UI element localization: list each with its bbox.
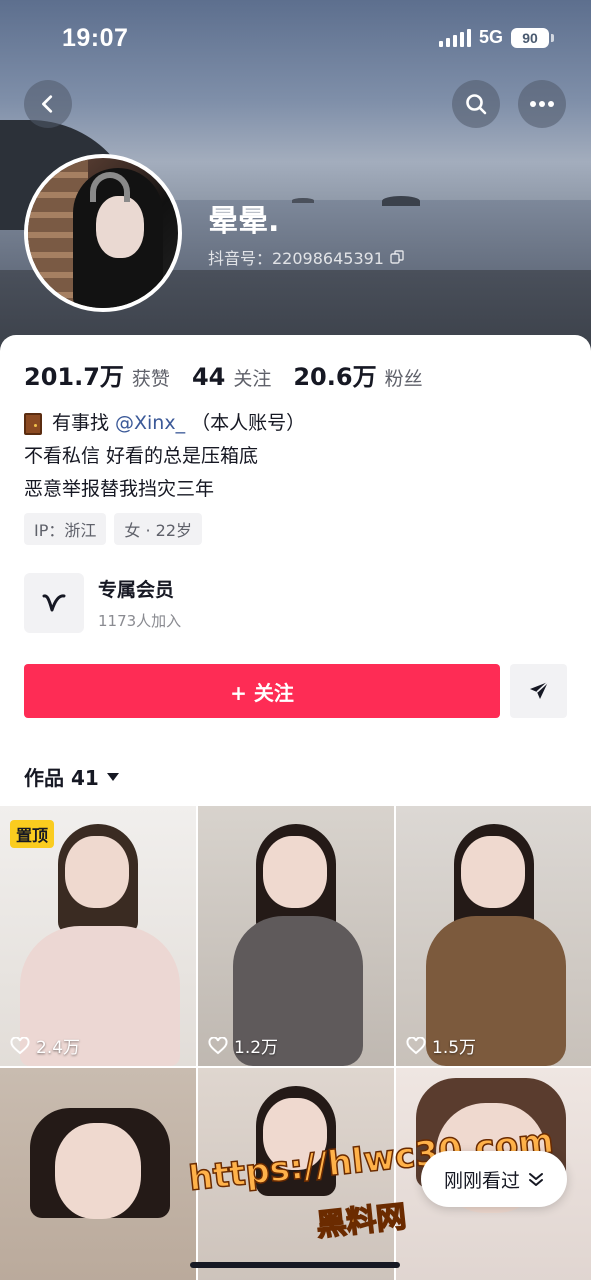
recently-viewed-button[interactable]: 刚刚看过: [421, 1151, 567, 1207]
recently-viewed-label: 刚刚看过: [443, 1169, 520, 1192]
works-grid: 置顶 2.4万 1.2万 1.5万: [0, 806, 591, 1280]
profile-stats: 201.7万 获赞 44 关注 20.6万 粉丝: [24, 357, 423, 392]
bio-mention-link[interactable]: @Xinx_: [115, 407, 185, 440]
profile-nickname: 晕晕.: [208, 204, 280, 239]
profile-bio: 有事找 @Xinx_ （本人账号） 不看私信 好看的总是压箱底 恶意举报替我挡灾…: [24, 407, 305, 506]
heart-outline-icon: [208, 1036, 228, 1054]
stat-followers[interactable]: 20.6万 粉丝: [293, 357, 422, 392]
bio-line: 有事找 @Xinx_ （本人账号）: [24, 407, 305, 440]
double-chevron-down-icon: [529, 1173, 543, 1186]
bio-text: （本人账号）: [191, 412, 306, 434]
video-thumbnail[interactable]: [0, 1068, 196, 1280]
like-count: 1.5万: [406, 1033, 476, 1058]
bio-line: 恶意举报替我挡灾三年: [24, 478, 215, 500]
stat-label: 获赞: [131, 368, 170, 390]
stat-following[interactable]: 44 关注: [192, 363, 271, 391]
bio-text: 有事找: [52, 412, 110, 434]
caret-down-icon: [106, 772, 119, 781]
pinned-badge: 置顶: [10, 820, 55, 848]
like-count: 1.2万: [208, 1033, 278, 1058]
profile-tags: IP：浙江 女 · 22岁: [24, 513, 202, 545]
membership-entry[interactable]: 专属会员 1173人加入: [24, 573, 181, 633]
like-count: 2.4万: [10, 1033, 80, 1058]
douyin-id[interactable]: 抖音号：22098645391: [208, 245, 404, 269]
more-button[interactable]: [518, 80, 566, 128]
stat-value: 201.7万: [24, 363, 124, 391]
like-count-text: 2.4万: [36, 1038, 81, 1058]
watermark-name: 黑料网: [314, 1199, 409, 1245]
heart-outline-icon: [10, 1036, 30, 1054]
video-thumbnail[interactable]: 1.2万: [198, 806, 394, 1066]
membership-text: 专属会员 1173人加入: [98, 575, 181, 631]
like-count-text: 1.2万: [234, 1038, 279, 1058]
video-thumbnail[interactable]: 1.5万: [396, 806, 591, 1066]
chevron-left-icon: [42, 95, 53, 113]
works-tab[interactable]: 作品 41: [24, 762, 119, 791]
video-thumbnail[interactable]: 置顶 2.4万: [0, 806, 196, 1066]
stat-label: 关注: [233, 368, 272, 390]
bio-line: 不看私信 好看的总是压箱底: [24, 445, 259, 467]
door-icon: [24, 412, 42, 435]
home-indicator[interactable]: [190, 1262, 400, 1268]
membership-title: 专属会员: [98, 579, 175, 601]
stat-value: 20.6万: [293, 363, 377, 391]
avatar[interactable]: [24, 154, 182, 312]
status-time: 19:07: [62, 24, 129, 52]
search-button[interactable]: [452, 80, 500, 128]
stat-label: 粉丝: [384, 368, 423, 390]
heart-outline-icon: [406, 1036, 426, 1054]
douyin-id-text: 抖音号：22098645391: [208, 249, 384, 268]
stat-likes: 201.7万 获赞: [24, 357, 170, 392]
search-icon: [466, 94, 487, 115]
banner-island: [382, 196, 420, 206]
back-button[interactable]: [24, 80, 72, 128]
paper-plane-icon: [529, 681, 549, 699]
ip-location-tag: IP：浙江: [24, 513, 107, 545]
battery-icon: 90: [511, 27, 554, 48]
signal-icon: [438, 28, 471, 47]
status-indicators: 5G 90: [438, 27, 554, 48]
works-label: 作品 41: [24, 766, 99, 790]
like-count-text: 1.5万: [432, 1038, 477, 1058]
more-dots-icon: [530, 101, 554, 107]
follow-button[interactable]: + 关注: [24, 664, 500, 718]
membership-count: 1173人加入: [98, 612, 182, 630]
copy-icon[interactable]: [390, 250, 404, 264]
stat-value: 44: [191, 363, 226, 391]
banner-island-small: [292, 198, 314, 203]
network-type: 5G: [478, 27, 503, 47]
gender-age-tag: 女 · 22岁: [114, 513, 202, 545]
send-message-button[interactable]: [510, 664, 567, 718]
membership-v-icon: [24, 573, 84, 633]
